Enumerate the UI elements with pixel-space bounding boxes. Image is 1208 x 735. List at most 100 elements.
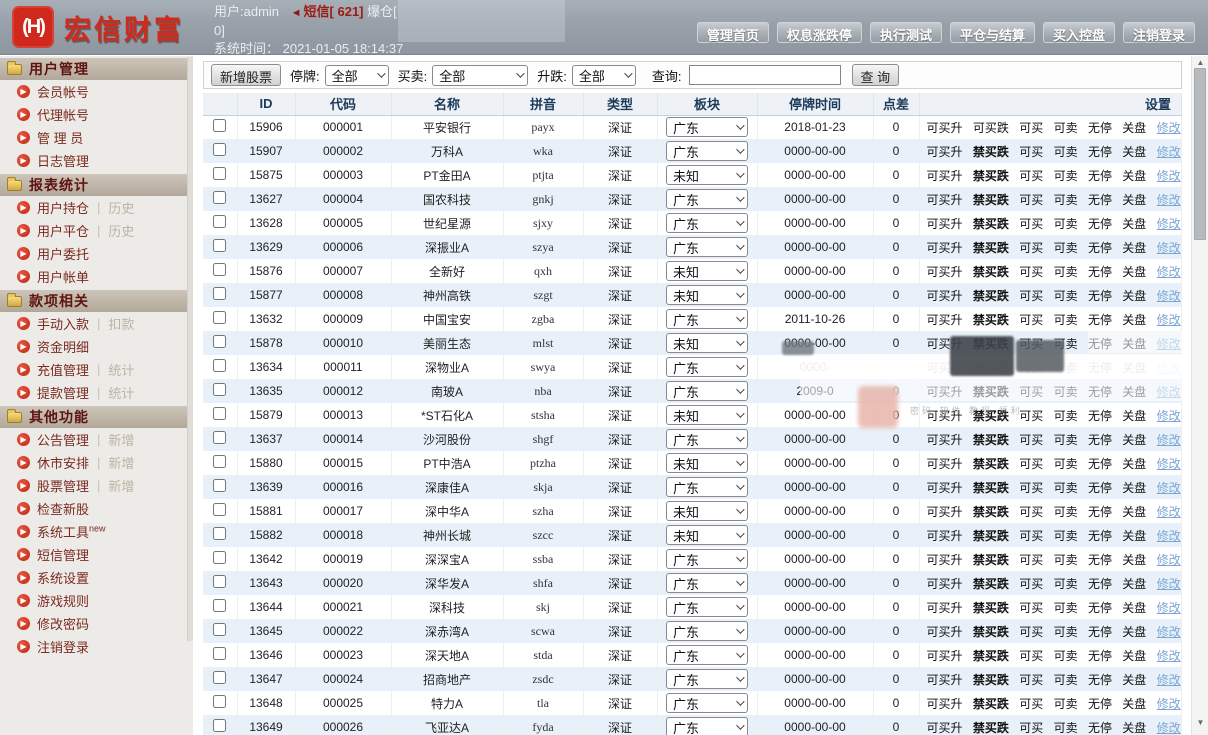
edit-link[interactable]: 修改: [1157, 385, 1181, 399]
board-select[interactable]: 未知: [666, 285, 748, 305]
sidebar-item[interactable]: ▶ 短信管理: [0, 543, 193, 566]
edit-link[interactable]: 修改: [1157, 457, 1181, 471]
flag-close-board[interactable]: 关盘: [1122, 505, 1146, 519]
flag-buy-down[interactable]: 禁买跌: [973, 241, 1009, 255]
filter-select[interactable]: 全部: [572, 65, 636, 86]
sidebar-item[interactable]: ▶ 日志管理: [0, 149, 193, 172]
row-checkbox[interactable]: [213, 359, 226, 372]
flag-can-buy[interactable]: 可买: [1019, 169, 1043, 183]
scroll-down-icon[interactable]: ▼: [1192, 718, 1208, 732]
flag-buy-down[interactable]: 禁买跌: [973, 337, 1009, 351]
flag-no-stop[interactable]: 无停: [1088, 505, 1112, 519]
flag-can-buy-up[interactable]: 可买升: [927, 145, 963, 159]
row-checkbox[interactable]: [213, 671, 226, 684]
flag-can-buy[interactable]: 可买: [1019, 265, 1043, 279]
flag-can-buy-up[interactable]: 可买升: [927, 721, 963, 735]
flag-can-buy-up[interactable]: 可买升: [927, 457, 963, 471]
flag-can-sell[interactable]: 可卖: [1054, 409, 1078, 423]
flag-buy-down[interactable]: 禁买跌: [973, 457, 1009, 471]
flag-can-sell[interactable]: 可卖: [1054, 265, 1078, 279]
flag-can-buy-up[interactable]: 可买升: [927, 433, 963, 447]
board-select[interactable]: 广东: [666, 621, 748, 641]
row-checkbox[interactable]: [213, 287, 226, 300]
flag-can-buy[interactable]: 可买: [1019, 673, 1043, 687]
flag-buy-down[interactable]: 禁买跌: [973, 601, 1009, 615]
sidebar-item[interactable]: ▶ 系统设置: [0, 566, 193, 589]
flag-close-board[interactable]: 关盘: [1122, 241, 1146, 255]
row-checkbox[interactable]: [213, 119, 226, 132]
flag-close-board[interactable]: 关盘: [1122, 529, 1146, 543]
flag-buy-down[interactable]: 禁买跌: [973, 481, 1009, 495]
board-select[interactable]: 广东: [666, 549, 748, 569]
sidebar-item[interactable]: ▶ 充值管理 | 统计: [0, 358, 193, 381]
row-checkbox[interactable]: [213, 239, 226, 252]
flag-close-board[interactable]: 关盘: [1122, 601, 1146, 615]
flag-can-buy[interactable]: 可买: [1019, 145, 1043, 159]
header-nav-button[interactable]: 注销登录: [1123, 22, 1195, 43]
row-checkbox[interactable]: [213, 527, 226, 540]
edit-link[interactable]: 修改: [1157, 169, 1181, 183]
flag-can-sell[interactable]: 可卖: [1054, 241, 1078, 255]
flag-can-sell[interactable]: 可卖: [1054, 529, 1078, 543]
flag-can-sell[interactable]: 可卖: [1054, 601, 1078, 615]
row-checkbox[interactable]: [213, 551, 226, 564]
flag-no-stop[interactable]: 无停: [1088, 409, 1112, 423]
flag-can-sell[interactable]: 可卖: [1054, 337, 1078, 351]
flag-no-stop[interactable]: 无停: [1088, 289, 1112, 303]
sidebar-item[interactable]: ▶ 修改密码: [0, 612, 193, 635]
flag-buy-down[interactable]: 禁买跌: [973, 529, 1009, 543]
flag-no-stop[interactable]: 无停: [1088, 721, 1112, 735]
flag-can-buy-up[interactable]: 可买升: [927, 553, 963, 567]
edit-link[interactable]: 修改: [1157, 193, 1181, 207]
flag-can-buy[interactable]: 可买: [1019, 409, 1043, 423]
flag-can-buy[interactable]: 可买: [1019, 217, 1043, 231]
board-select[interactable]: 广东: [666, 381, 748, 401]
row-checkbox[interactable]: [213, 143, 226, 156]
row-checkbox[interactable]: [213, 311, 226, 324]
flag-close-board[interactable]: 关盘: [1122, 169, 1146, 183]
sidebar-item[interactable]: ▶ 股票管理 | 新增: [0, 474, 193, 497]
flag-can-buy-up[interactable]: 可买升: [927, 193, 963, 207]
flag-close-board[interactable]: 关盘: [1122, 673, 1146, 687]
flag-no-stop[interactable]: 无停: [1088, 649, 1112, 663]
flag-close-board[interactable]: 关盘: [1122, 265, 1146, 279]
flag-can-buy-up[interactable]: 可买升: [927, 697, 963, 711]
sidebar-item[interactable]: ▶ 提款管理 | 统计: [0, 381, 193, 404]
flag-can-buy[interactable]: 可买: [1019, 697, 1043, 711]
flag-buy-down[interactable]: 禁买跌: [973, 193, 1009, 207]
flag-can-buy[interactable]: 可买: [1019, 313, 1043, 327]
board-select[interactable]: 广东: [666, 429, 748, 449]
flag-buy-down[interactable]: 禁买跌: [973, 169, 1009, 183]
flag-can-buy-up[interactable]: 可买升: [927, 577, 963, 591]
edit-link[interactable]: 修改: [1157, 241, 1181, 255]
edit-link[interactable]: 修改: [1157, 649, 1181, 663]
flag-can-sell[interactable]: 可卖: [1054, 649, 1078, 663]
row-checkbox[interactable]: [213, 503, 226, 516]
header-nav-button[interactable]: 管理首页: [697, 22, 769, 43]
edit-link[interactable]: 修改: [1157, 625, 1181, 639]
sidebar-section-header[interactable]: 用户管理: [0, 58, 193, 80]
sidebar-item[interactable]: ▶ 用户委托: [0, 242, 193, 265]
board-select[interactable]: 广东: [666, 669, 748, 689]
flag-close-board[interactable]: 关盘: [1122, 409, 1146, 423]
flag-can-buy-up[interactable]: 可买升: [927, 121, 963, 135]
edit-link[interactable]: 修改: [1157, 121, 1181, 135]
flag-can-sell[interactable]: 可卖: [1054, 577, 1078, 591]
flag-can-buy[interactable]: 可买: [1019, 505, 1043, 519]
board-select[interactable]: 广东: [666, 237, 748, 257]
flag-buy-down[interactable]: 可买跌: [973, 121, 1009, 135]
flag-can-buy-up[interactable]: 可买升: [927, 169, 963, 183]
flag-no-stop[interactable]: 无停: [1088, 265, 1112, 279]
edit-link[interactable]: 修改: [1157, 313, 1181, 327]
edit-link[interactable]: 修改: [1157, 361, 1181, 375]
flag-can-sell[interactable]: 可卖: [1054, 289, 1078, 303]
flag-buy-down[interactable]: 禁买跌: [973, 433, 1009, 447]
flag-can-buy[interactable]: 可买: [1019, 241, 1043, 255]
row-checkbox[interactable]: [213, 599, 226, 612]
page-scrollbar[interactable]: ▲ ▼: [1191, 56, 1208, 735]
flag-close-board[interactable]: 关盘: [1122, 289, 1146, 303]
header-nav-button[interactable]: 权息涨跌停: [777, 22, 862, 43]
sidebar-item[interactable]: ▶ 用户持仓 | 历史: [0, 196, 193, 219]
flag-close-board[interactable]: 关盘: [1122, 625, 1146, 639]
flag-close-board[interactable]: 关盘: [1122, 457, 1146, 471]
